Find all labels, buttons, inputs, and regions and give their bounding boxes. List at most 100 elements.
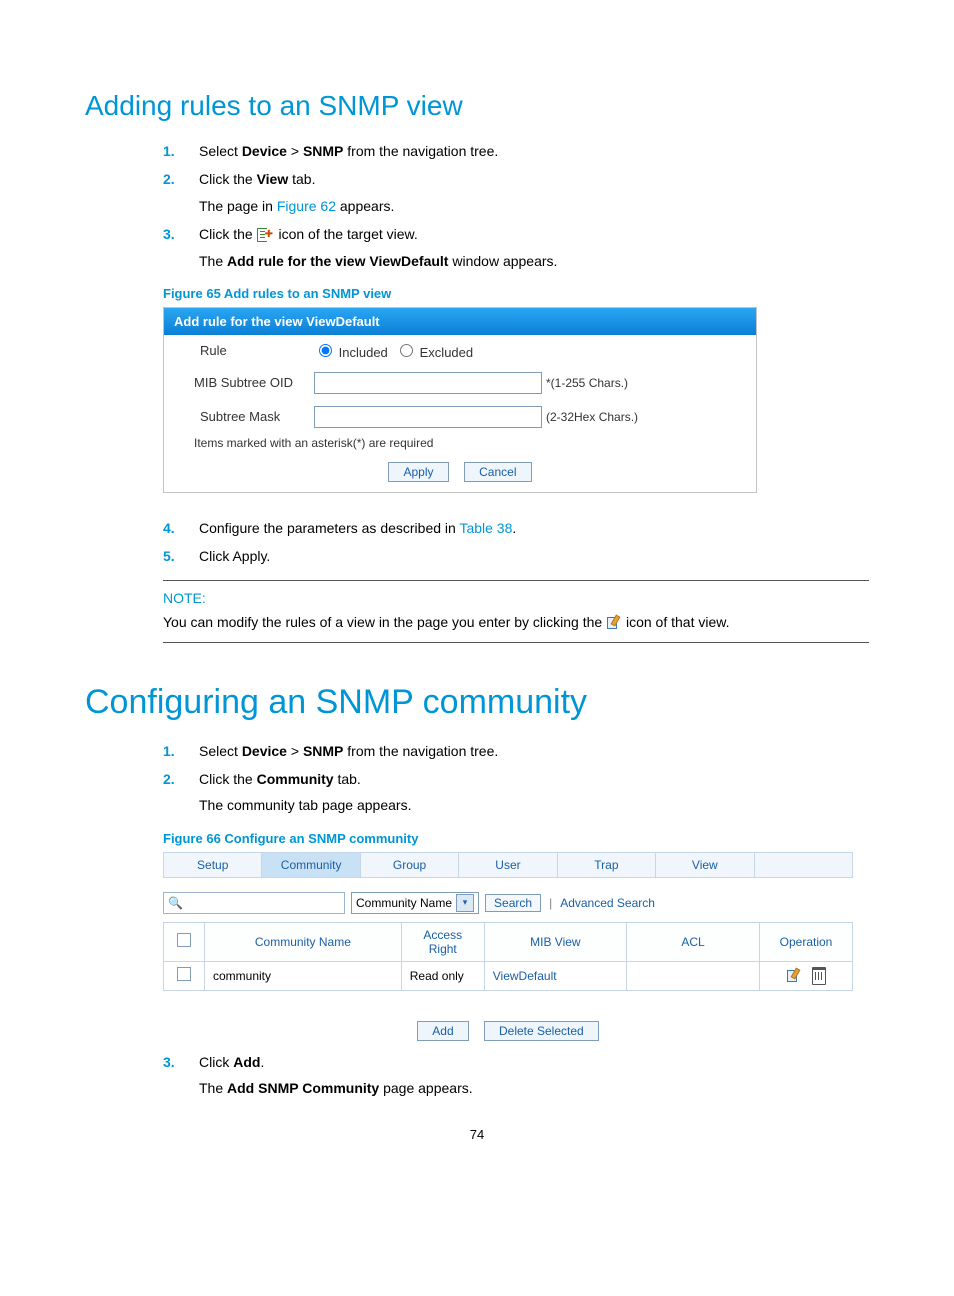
tab-community[interactable]: Community <box>262 853 360 877</box>
kw-add-rule-window: Add rule for the view ViewDefault <box>227 253 448 269</box>
edit-view-icon <box>606 615 622 631</box>
figure-66-caption: Figure 66 Configure an SNMP community <box>163 831 869 846</box>
step-text: Configure the parameters as described in <box>199 520 459 536</box>
advanced-search-link[interactable]: Advanced Search <box>560 896 655 910</box>
kw-community: Community <box>257 771 334 787</box>
rule-label: Rule <box>164 343 314 358</box>
figure-65-caption: Figure 65 Add rules to an SNMP view <box>163 286 869 301</box>
step-text: Click <box>199 1054 233 1070</box>
steps-list-2: 1. Select Device > SNMP from the navigat… <box>163 740 869 817</box>
step-subtext: window appears. <box>448 253 557 269</box>
search-input[interactable]: 🔍 <box>163 892 345 914</box>
mask-label: Subtree Mask <box>164 409 314 424</box>
tab-trap[interactable]: Trap <box>558 853 656 877</box>
heading-adding-rules: Adding rules to an SNMP view <box>85 90 869 122</box>
heading-configure-community: Configuring an SNMP community <box>85 683 869 722</box>
step-number: 3. <box>163 223 191 245</box>
tab-bar: Setup Community Group User Trap View <box>163 852 853 878</box>
cell-mib-view[interactable]: ViewDefault <box>484 961 626 990</box>
step-number: 3. <box>163 1051 191 1073</box>
steps-list-2b: 3. Click Add. The Add SNMP Community pag… <box>163 1051 869 1100</box>
tab-group[interactable]: Group <box>361 853 459 877</box>
add-rule-panel: Add rule for the view ViewDefault Rule I… <box>163 307 757 493</box>
step-subtext: page appears. <box>379 1080 472 1096</box>
rule-included-label: Included <box>339 345 388 360</box>
select-all-checkbox[interactable] <box>177 933 191 947</box>
step-text: > <box>287 743 303 759</box>
mask-input[interactable] <box>314 406 542 428</box>
apply-button[interactable]: Apply <box>388 462 448 482</box>
cell-access-right: Read only <box>401 961 484 990</box>
cancel-button[interactable]: Cancel <box>464 462 531 482</box>
cell-acl <box>627 961 760 990</box>
search-field-dropdown[interactable]: Community Name ▾ <box>351 892 479 914</box>
kw-add: Add <box>233 1054 260 1070</box>
link-table-38[interactable]: Table 38 <box>459 520 512 536</box>
table-row: community Read only ViewDefault <box>164 961 853 990</box>
add-button[interactable]: Add <box>417 1021 468 1041</box>
step-text: . <box>260 1054 264 1070</box>
step-number: 4. <box>163 517 191 539</box>
kw-device: Device <box>242 143 287 159</box>
search-bar: 🔍 Community Name ▾ Search | Advanced Sea… <box>163 892 853 914</box>
steps-list-1: 1. Select Device > SNMP from the navigat… <box>163 140 869 272</box>
step-text: . <box>512 520 516 536</box>
add-rule-icon <box>257 228 275 242</box>
step-subtext: The <box>199 253 227 269</box>
note-box: NOTE: You can modify the rules of a view… <box>163 580 869 643</box>
step-text: icon of the target view. <box>275 226 418 242</box>
row-checkbox[interactable] <box>177 967 191 981</box>
col-operation: Operation <box>760 922 853 961</box>
step-text: Click Apply. <box>199 548 270 564</box>
separator: | <box>549 896 552 910</box>
kw-device: Device <box>242 743 287 759</box>
edit-icon[interactable] <box>786 968 802 984</box>
col-acl: ACL <box>627 922 760 961</box>
steps-list-1b: 4. Configure the parameters as described… <box>163 517 869 568</box>
chevron-down-icon: ▾ <box>456 894 474 912</box>
step-number: 2. <box>163 768 191 790</box>
step-text: Select <box>199 143 242 159</box>
step-subtext: The community tab page appears. <box>199 794 869 816</box>
oid-hint: *(1-255 Chars.) <box>546 376 628 390</box>
step-subtext: appears. <box>336 198 394 214</box>
tab-view[interactable]: View <box>656 853 754 877</box>
tab-empty <box>755 853 852 877</box>
col-access-right: Access Right <box>401 922 484 961</box>
note-text: icon of that view. <box>622 614 729 630</box>
dropdown-value: Community Name <box>356 896 452 910</box>
step-text: Select <box>199 743 242 759</box>
step-text: from the navigation tree. <box>343 743 498 759</box>
kw-snmp: SNMP <box>303 743 343 759</box>
step-number: 1. <box>163 140 191 162</box>
delete-icon[interactable] <box>812 967 826 985</box>
step-text: > <box>287 143 303 159</box>
search-button[interactable]: Search <box>485 894 541 912</box>
step-number: 1. <box>163 740 191 762</box>
col-community-name: Community Name <box>205 922 402 961</box>
oid-input[interactable] <box>314 372 542 394</box>
tab-setup[interactable]: Setup <box>164 853 262 877</box>
link-figure-62[interactable]: Figure 62 <box>277 198 336 214</box>
delete-selected-button[interactable]: Delete Selected <box>484 1021 599 1041</box>
step-text: tab. <box>334 771 361 787</box>
panel-title: Add rule for the view ViewDefault <box>164 308 756 335</box>
cell-community-name: community <box>205 961 402 990</box>
step-subtext: The <box>199 1080 227 1096</box>
rule-excluded-radio[interactable]: Excluded <box>395 341 473 360</box>
kw-add-community-page: Add SNMP Community <box>227 1080 379 1096</box>
rule-excluded-label: Excluded <box>420 345 473 360</box>
note-text: You can modify the rules of a view in th… <box>163 614 606 630</box>
community-tab-screenshot: Setup Community Group User Trap View 🔍 C… <box>163 852 853 1041</box>
community-table: Community Name Access Right MIB View ACL… <box>163 922 853 991</box>
step-number: 2. <box>163 168 191 190</box>
step-text: Click the <box>199 171 257 187</box>
step-text: Click the <box>199 771 257 787</box>
kw-view: View <box>257 171 289 187</box>
tab-user[interactable]: User <box>459 853 557 877</box>
oid-label: MIB Subtree OID <box>164 375 314 390</box>
mask-hint: (2-32Hex Chars.) <box>546 410 638 424</box>
step-text: Click the <box>199 226 257 242</box>
kw-snmp: SNMP <box>303 143 343 159</box>
rule-included-radio[interactable]: Included <box>314 341 388 360</box>
